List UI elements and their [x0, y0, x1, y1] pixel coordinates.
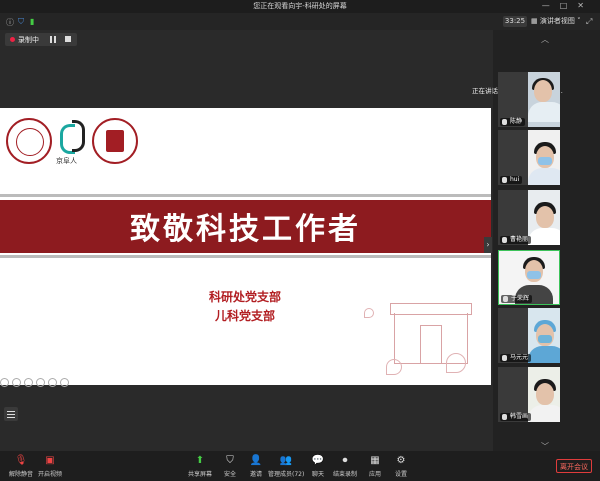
share-screen-icon: ⬆ [195, 455, 205, 466]
invite-button[interactable]: 👤 邀请 [246, 455, 266, 478]
chat-label: 聊天 [311, 471, 324, 478]
apps-button[interactable]: ▦ 应用 [364, 455, 386, 478]
shield-icon[interactable]: ⛉ [18, 17, 24, 27]
leave-meeting-button[interactable]: 离开会议 [556, 459, 592, 473]
info-icon[interactable]: ⓘ [6, 17, 14, 28]
start-video-button[interactable]: ▣ 开启视频 [36, 455, 64, 478]
manage-participants-label: 管理成员(72) [268, 471, 305, 478]
slide-dept-2: 儿科党支部 [214, 309, 275, 323]
shield-icon: ⛉ [226, 455, 234, 466]
window-controls[interactable]: —□✕ [542, 1, 594, 10]
participants-icon: 👥 [279, 455, 293, 466]
invite-label: 邀请 [249, 471, 262, 478]
scroll-up-icon[interactable]: ︿ [541, 34, 549, 45]
camera-off-icon: ▣ [45, 455, 55, 466]
participant-tile[interactable]: hui [498, 130, 560, 185]
share-screen-button[interactable]: ⬆ 共享屏幕 [186, 455, 214, 478]
shared-screen-slide: 京阜人 致敬科技工作者 科研处党支部 儿科党支部 [0, 108, 491, 385]
participant-tile[interactable]: 陈静 [498, 72, 560, 127]
window-titlebar: 您正在观看向宇-科研处的屏幕 —□✕ [0, 0, 600, 13]
window-title: 您正在观看向宇-科研处的屏幕 [253, 2, 347, 10]
meeting-timer: 33:25 [503, 16, 527, 27]
university-logo [92, 118, 138, 164]
mic-muted-icon: 🎙 [14, 455, 28, 466]
bird-icon [364, 308, 374, 318]
slide-control-bar[interactable] [0, 372, 80, 387]
security-button[interactable]: ⛉ 安全 [220, 455, 240, 478]
manage-participants-button[interactable]: 👥 管理成员(72) [268, 455, 304, 478]
settings-label: 设置 [394, 471, 407, 478]
pause-recording-button[interactable] [49, 36, 57, 43]
menu-icon[interactable] [4, 407, 18, 421]
participant-name: 于荣辉 [501, 295, 533, 303]
stop-recording-button[interactable]: ⏺ 结束录制 [332, 455, 358, 478]
grid-icon: ▦ [531, 17, 540, 25]
start-video-label: 开启视频 [37, 471, 62, 478]
recording-label: 录制中 [18, 36, 39, 44]
band-line-bottom [0, 255, 491, 258]
chat-button[interactable]: 💬 聊天 [308, 455, 328, 478]
gear-icon: ⚙ [396, 455, 406, 466]
chevron-down-icon: ˅ [574, 17, 581, 25]
hospital-logo [6, 118, 52, 164]
jingfuren-logo: 京阜人 [56, 120, 90, 165]
unmute-button[interactable]: 🎙 解除静音 [4, 455, 38, 478]
unmute-label: 解除静音 [8, 471, 33, 478]
band-line-top [0, 194, 491, 197]
record-icon: ⏺ [342, 455, 348, 466]
building-illustration [380, 293, 480, 379]
recording-indicator: 录制中 [5, 33, 77, 46]
slide-title: 致敬科技工作者 [130, 212, 361, 247]
signal-icon[interactable]: ▮ [30, 17, 34, 26]
jingfuren-logo-text: 京阜人 [56, 157, 77, 165]
speaker-view-label: 演讲者视图 [539, 17, 575, 25]
participant-name: hui [500, 176, 523, 184]
chat-icon: 💬 [311, 455, 325, 466]
participant-tile[interactable]: 马元元 [498, 308, 560, 363]
fullscreen-icon[interactable]: ⤢ [586, 17, 592, 27]
stop-recording-button[interactable] [65, 36, 71, 42]
settings-button[interactable]: ⚙ 设置 [390, 455, 412, 478]
apps-label: 应用 [368, 471, 381, 478]
participant-name: 马元元 [500, 354, 532, 362]
apps-icon: ▦ [370, 455, 380, 466]
speaker-view-button[interactable]: ▦ 演讲者视图 ˅ [531, 16, 581, 27]
participant-tile-active[interactable]: 于荣辉 [498, 250, 560, 305]
participant-tile[interactable]: 曹艳丽 [498, 190, 560, 245]
security-label: 安全 [223, 471, 236, 478]
participant-name: 陈静 [500, 118, 526, 126]
collapse-panel-button[interactable]: › [484, 237, 492, 253]
record-dot-icon [10, 37, 15, 42]
participant-tile[interactable]: 韩雪画 [498, 367, 560, 422]
slide-dept-1: 科研处党支部 [208, 290, 281, 304]
stop-recording-label: 结束录制 [332, 471, 357, 478]
participant-name: 曹艳丽 [500, 236, 532, 244]
add-user-icon: 👤 [249, 455, 263, 466]
share-screen-label: 共享屏幕 [187, 471, 212, 478]
participant-name: 韩雪画 [500, 413, 532, 421]
